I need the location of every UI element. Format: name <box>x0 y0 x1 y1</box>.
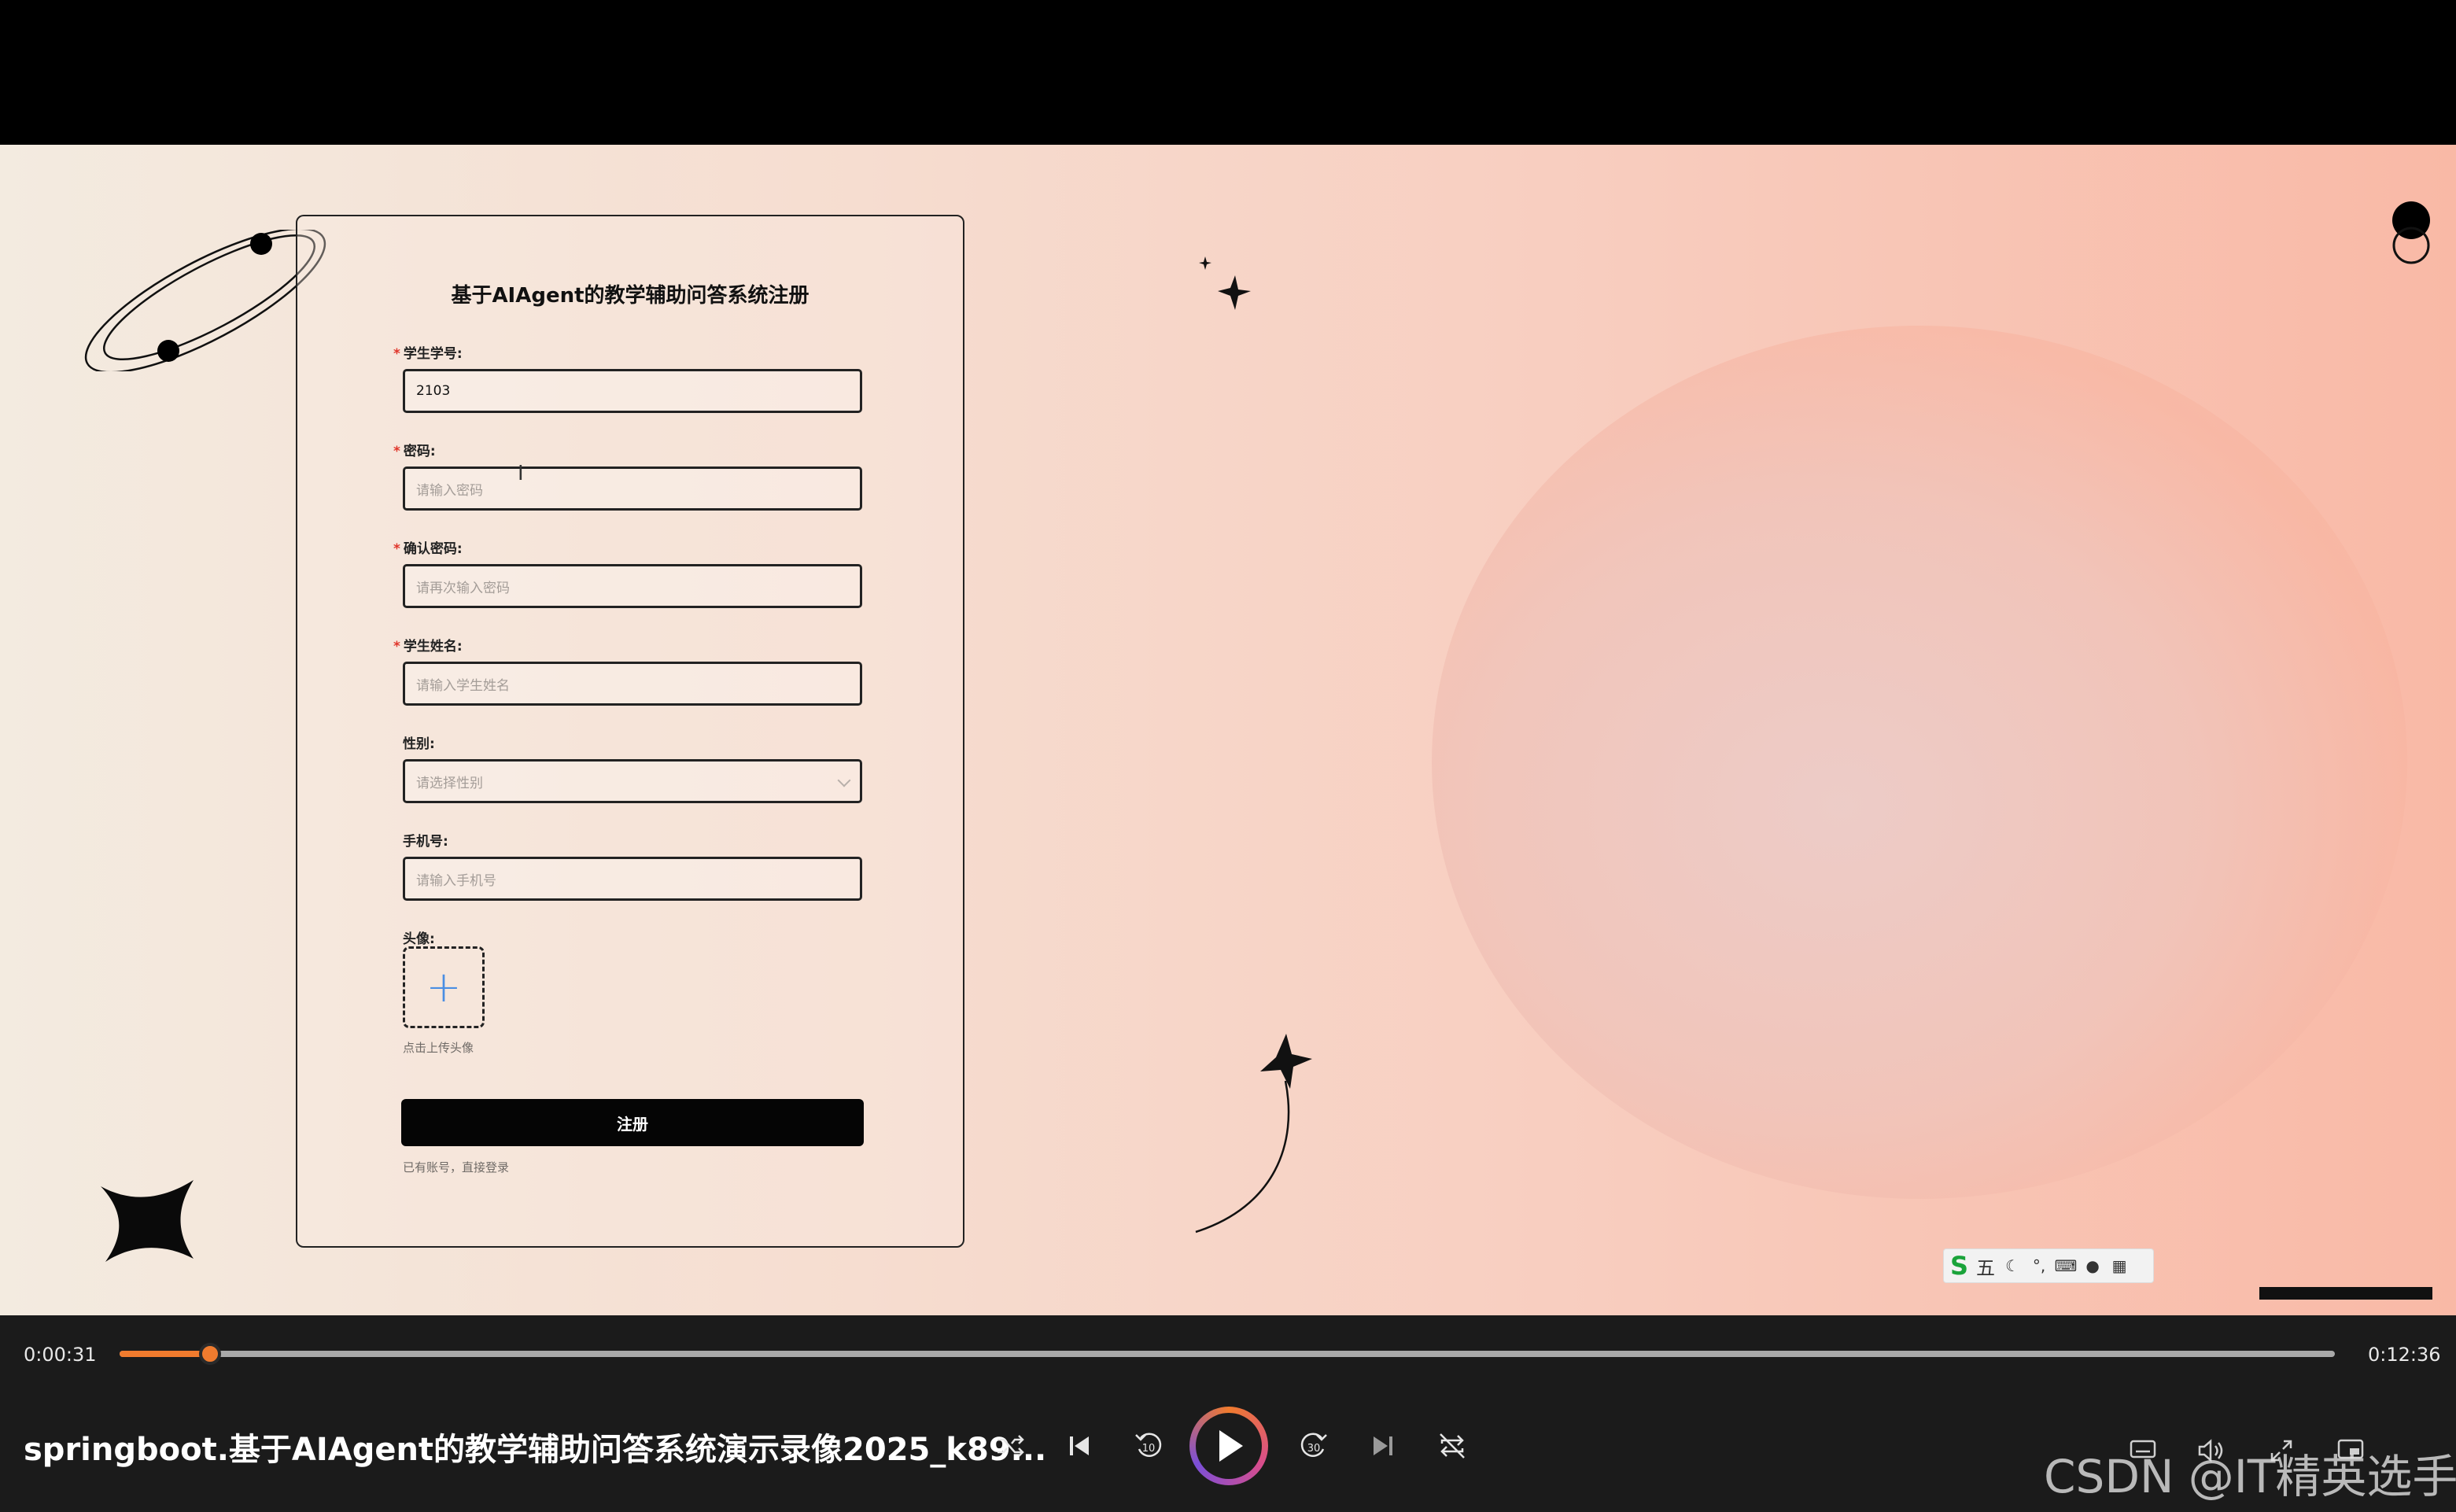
confirm-password-placeholder: 请再次输入密码 <box>416 580 510 596</box>
keyboard-icon[interactable]: ⌨ <box>2055 1256 2078 1275</box>
student-id-input[interactable]: 2103 <box>403 369 862 413</box>
video-title: springboot.基于AIAgent的教学辅助问答系统演示录像2025_k8… <box>24 1432 1047 1468</box>
media-player-controls: 0:00:31 0:12:36 springboot.基于AIAgent的教学辅… <box>0 1315 2456 1512</box>
svg-text:30: 30 <box>1307 1443 1321 1455</box>
student-id-label-text: 学生学号: <box>403 346 463 362</box>
apps-icon[interactable]: ▦ <box>2110 1256 2129 1275</box>
video-letterbox-top <box>0 0 2456 145</box>
avatar-label: 头像: <box>403 931 435 947</box>
student-id-label: * 学生学号: <box>393 342 463 362</box>
next-icon[interactable] <box>1363 1425 1403 1466</box>
form-title: 基于AIAgent的教学辅助问答系统注册 <box>451 284 809 308</box>
required-mark: * <box>393 444 400 459</box>
password-label-text: 密码: <box>403 444 436 459</box>
scroll-indicator <box>2259 1287 2432 1300</box>
student-name-label-text: 学生姓名: <box>403 639 463 655</box>
ime-mode[interactable]: 五 <box>1976 1252 1995 1280</box>
background-glow <box>1432 326 2407 1199</box>
confirm-password-input[interactable]: 请再次输入密码 <box>403 564 862 608</box>
total-time: 0:12:36 <box>2368 1344 2441 1366</box>
student-id-value: 2103 <box>416 383 451 399</box>
plus-icon: + <box>426 962 462 1012</box>
chevron-down-icon <box>837 773 851 787</box>
video-frame: 基于AIAgent的教学辅助问答系统注册 * 学生学号: 2103 * 密码: 请输… <box>0 145 2456 1315</box>
text-cursor-icon: I <box>518 462 524 485</box>
required-mark: * <box>393 346 400 362</box>
repeat-off-icon[interactable] <box>1432 1425 1473 1466</box>
rewind-10-icon[interactable]: 10 <box>1128 1425 1169 1466</box>
phone-placeholder: 请输入手机号 <box>416 872 496 889</box>
required-mark: * <box>393 639 400 655</box>
svg-text:10: 10 <box>1142 1443 1156 1455</box>
forward-30-icon[interactable]: 30 <box>1293 1425 1334 1466</box>
gender-select[interactable]: 请选择性别 <box>403 759 862 803</box>
login-link[interactable]: 已有账号，直接登录 <box>403 1159 509 1175</box>
sogou-logo[interactable]: S <box>1950 1251 1968 1281</box>
shooting-star-icon <box>1195 1034 1312 1234</box>
avatar-upload-hint: 点击上传头像 <box>403 1041 474 1055</box>
avatar-upload[interactable]: + <box>403 946 485 1028</box>
confirm-password-label: * 确认密码: <box>393 537 463 557</box>
dots-decoration <box>2392 201 2430 264</box>
phone-label: 手机号: <box>403 834 448 850</box>
required-mark: * <box>393 541 400 557</box>
student-name-input[interactable]: 请输入学生姓名 <box>403 662 862 706</box>
user-icon[interactable]: ● <box>2083 1256 2102 1275</box>
progress-track[interactable] <box>120 1343 2335 1365</box>
ime-toolbar[interactable]: S 五 ☾ °, ⌨ ● ▦ <box>1943 1248 2154 1283</box>
play-icon <box>1196 1413 1262 1479</box>
password-label: * 密码: <box>393 440 436 459</box>
gender-label: 性别: <box>403 736 435 752</box>
sparkle-icon <box>1199 256 1251 310</box>
phone-input[interactable]: 请输入手机号 <box>403 857 862 901</box>
screen: 基于AIAgent的教学辅助问答系统注册 * 学生学号: 2103 * 密码: 请输… <box>0 0 2456 1512</box>
register-card: 基于AIAgent的教学辅助问答系统注册 * 学生学号: 2103 * 密码: 请输… <box>296 215 964 1248</box>
previous-icon[interactable] <box>1059 1425 1100 1466</box>
password-placeholder: 请输入密码 <box>416 482 483 499</box>
four-point-star-icon <box>101 1180 194 1262</box>
play-button[interactable] <box>1189 1407 1268 1485</box>
progress-fill <box>120 1351 211 1357</box>
moon-icon[interactable]: ☾ <box>2003 1256 2022 1275</box>
gender-placeholder: 请选择性别 <box>416 775 483 791</box>
password-input[interactable]: 请输入密码 <box>403 467 862 511</box>
register-button[interactable]: 注册 <box>401 1099 864 1146</box>
student-name-placeholder: 请输入学生姓名 <box>416 677 510 694</box>
confirm-password-label-text: 确认密码: <box>403 541 463 557</box>
shuffle-icon[interactable] <box>990 1425 1031 1466</box>
csdn-watermark: CSDN @IT精英选手 <box>2044 1450 2456 1503</box>
current-time: 0:00:31 <box>24 1344 97 1366</box>
punctuation-icon[interactable]: °, <box>2030 1256 2049 1275</box>
student-name-label: * 学生姓名: <box>393 635 463 655</box>
progress-knob[interactable] <box>199 1343 222 1365</box>
